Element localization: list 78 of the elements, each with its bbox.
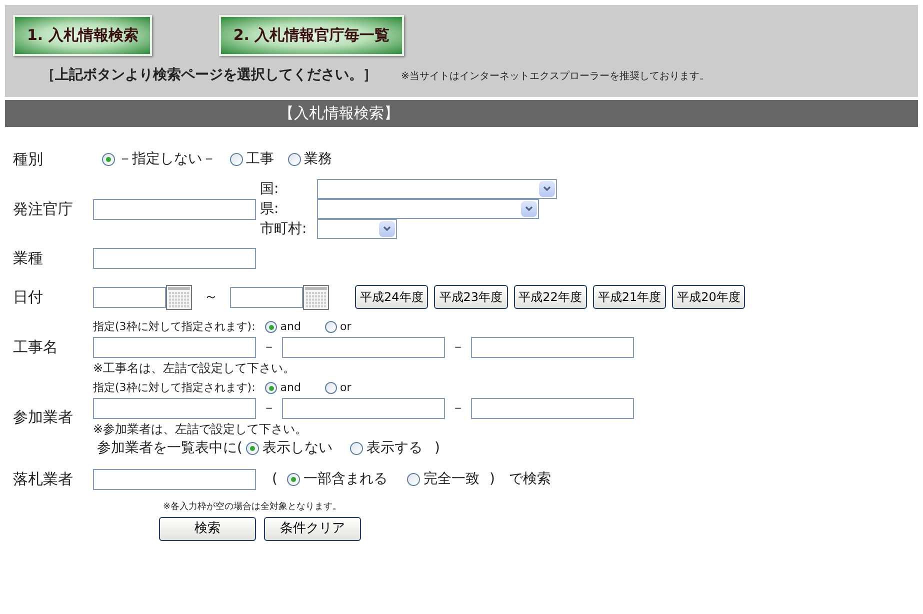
radio-button[interactable] bbox=[102, 152, 115, 166]
dash-text: － bbox=[450, 400, 466, 418]
search-suffix: で検索 bbox=[508, 470, 551, 488]
range-separator: ～ bbox=[204, 288, 218, 306]
radio-label: 工事 bbox=[246, 150, 274, 168]
chevron-down-icon bbox=[539, 181, 555, 197]
text-field[interactable] bbox=[93, 337, 256, 358]
calendar-icon[interactable] bbox=[303, 284, 329, 310]
field-label: 日付 bbox=[13, 286, 44, 308]
dash-text: － bbox=[262, 338, 276, 357]
form-button[interactable]: 平成22年度 bbox=[514, 285, 587, 309]
text-field[interactable] bbox=[471, 398, 634, 419]
radio-label: and bbox=[280, 380, 301, 396]
field-label: 参加業者 bbox=[13, 407, 74, 428]
field-label: 工事名 bbox=[13, 337, 59, 358]
nav-button[interactable]: 1. 入札情報検索 bbox=[13, 15, 152, 56]
radio-label: 表示する bbox=[366, 438, 422, 458]
display-prefix: 参加業者を一覧表中に( bbox=[97, 438, 242, 458]
radio-label: 業務 bbox=[304, 150, 332, 168]
field-label: 業種 bbox=[13, 248, 44, 269]
radio-button[interactable] bbox=[265, 382, 278, 394]
field-label: 落札業者 bbox=[13, 468, 74, 490]
radio-label: 一部含まれる bbox=[303, 470, 388, 488]
browser-note: ※当サイトはインターネットエクスプローラーを推奨しております。 bbox=[401, 70, 710, 84]
dropdown[interactable] bbox=[317, 199, 539, 219]
radio-label: or bbox=[340, 380, 352, 396]
radio-button[interactable] bbox=[407, 472, 420, 486]
dropdown[interactable] bbox=[317, 179, 557, 199]
calendar-icon[interactable] bbox=[166, 284, 192, 310]
form-button[interactable]: 平成21年度 bbox=[592, 285, 666, 309]
select-label: 県: bbox=[260, 200, 280, 218]
text-field[interactable] bbox=[230, 286, 303, 308]
radio-button[interactable] bbox=[287, 472, 300, 486]
select-label: 国: bbox=[260, 180, 280, 198]
radio-label: 完全一致 bbox=[423, 470, 480, 488]
form-button[interactable]: 条件クリア bbox=[264, 516, 361, 540]
chevron-down-icon bbox=[379, 221, 395, 237]
text-field[interactable] bbox=[93, 286, 166, 308]
radio-label: and bbox=[280, 318, 301, 335]
radio-label: 表示しない bbox=[262, 438, 332, 458]
form-button[interactable]: 平成20年度 bbox=[672, 285, 746, 309]
radio-button[interactable] bbox=[288, 152, 301, 166]
dash-text: － bbox=[450, 338, 466, 357]
text-field[interactable] bbox=[93, 248, 256, 268]
radio-label: －指定しない－ bbox=[118, 150, 216, 168]
dash-text: － bbox=[262, 400, 276, 418]
hint-text: 指定(3枠に対して指定されます): bbox=[93, 380, 256, 396]
text-field[interactable] bbox=[93, 198, 256, 220]
section-header: 【入札情報検索】 bbox=[5, 100, 918, 127]
radio-button[interactable] bbox=[325, 321, 337, 333]
radio-button[interactable] bbox=[265, 321, 278, 333]
instruction-text: ［上記ボタンより検索ページを選択してください。］ bbox=[41, 66, 377, 85]
empty-note: ※各入力枠が空の場合は全対象となります。 bbox=[162, 501, 343, 514]
radio-button[interactable] bbox=[246, 442, 260, 454]
paren-text: ( bbox=[272, 470, 278, 488]
radio-button[interactable] bbox=[325, 382, 337, 394]
nav-button[interactable]: 2. 入札情報官庁毎一覧 bbox=[219, 15, 404, 56]
field-label: 種別 bbox=[13, 148, 44, 170]
form-button[interactable]: 平成24年度 bbox=[355, 285, 428, 309]
select-label: 市町村: bbox=[260, 220, 308, 238]
chevron-down-icon bbox=[521, 201, 537, 217]
text-field[interactable] bbox=[471, 337, 634, 358]
hint-text: 指定(3枠に対して指定されます): bbox=[93, 318, 256, 335]
radio-button[interactable] bbox=[350, 442, 364, 454]
dropdown[interactable] bbox=[317, 219, 397, 239]
form-button[interactable]: 平成23年度 bbox=[434, 285, 508, 309]
text-field[interactable] bbox=[282, 398, 445, 419]
radio-button[interactable] bbox=[230, 152, 243, 166]
note-text: ※参加業者は、左詰で設定して下さい。 bbox=[93, 421, 308, 438]
radio-label: or bbox=[340, 318, 352, 335]
form-button[interactable]: 検索 bbox=[159, 516, 256, 540]
text-field[interactable] bbox=[93, 468, 256, 490]
paren-text: ) bbox=[489, 470, 495, 488]
field-label: 発注官庁 bbox=[13, 198, 74, 220]
display-suffix: ) bbox=[434, 438, 440, 458]
text-field[interactable] bbox=[93, 398, 256, 419]
note-text: ※工事名は、左詰で設定して下さい。 bbox=[93, 360, 296, 377]
text-field[interactable] bbox=[282, 337, 445, 358]
